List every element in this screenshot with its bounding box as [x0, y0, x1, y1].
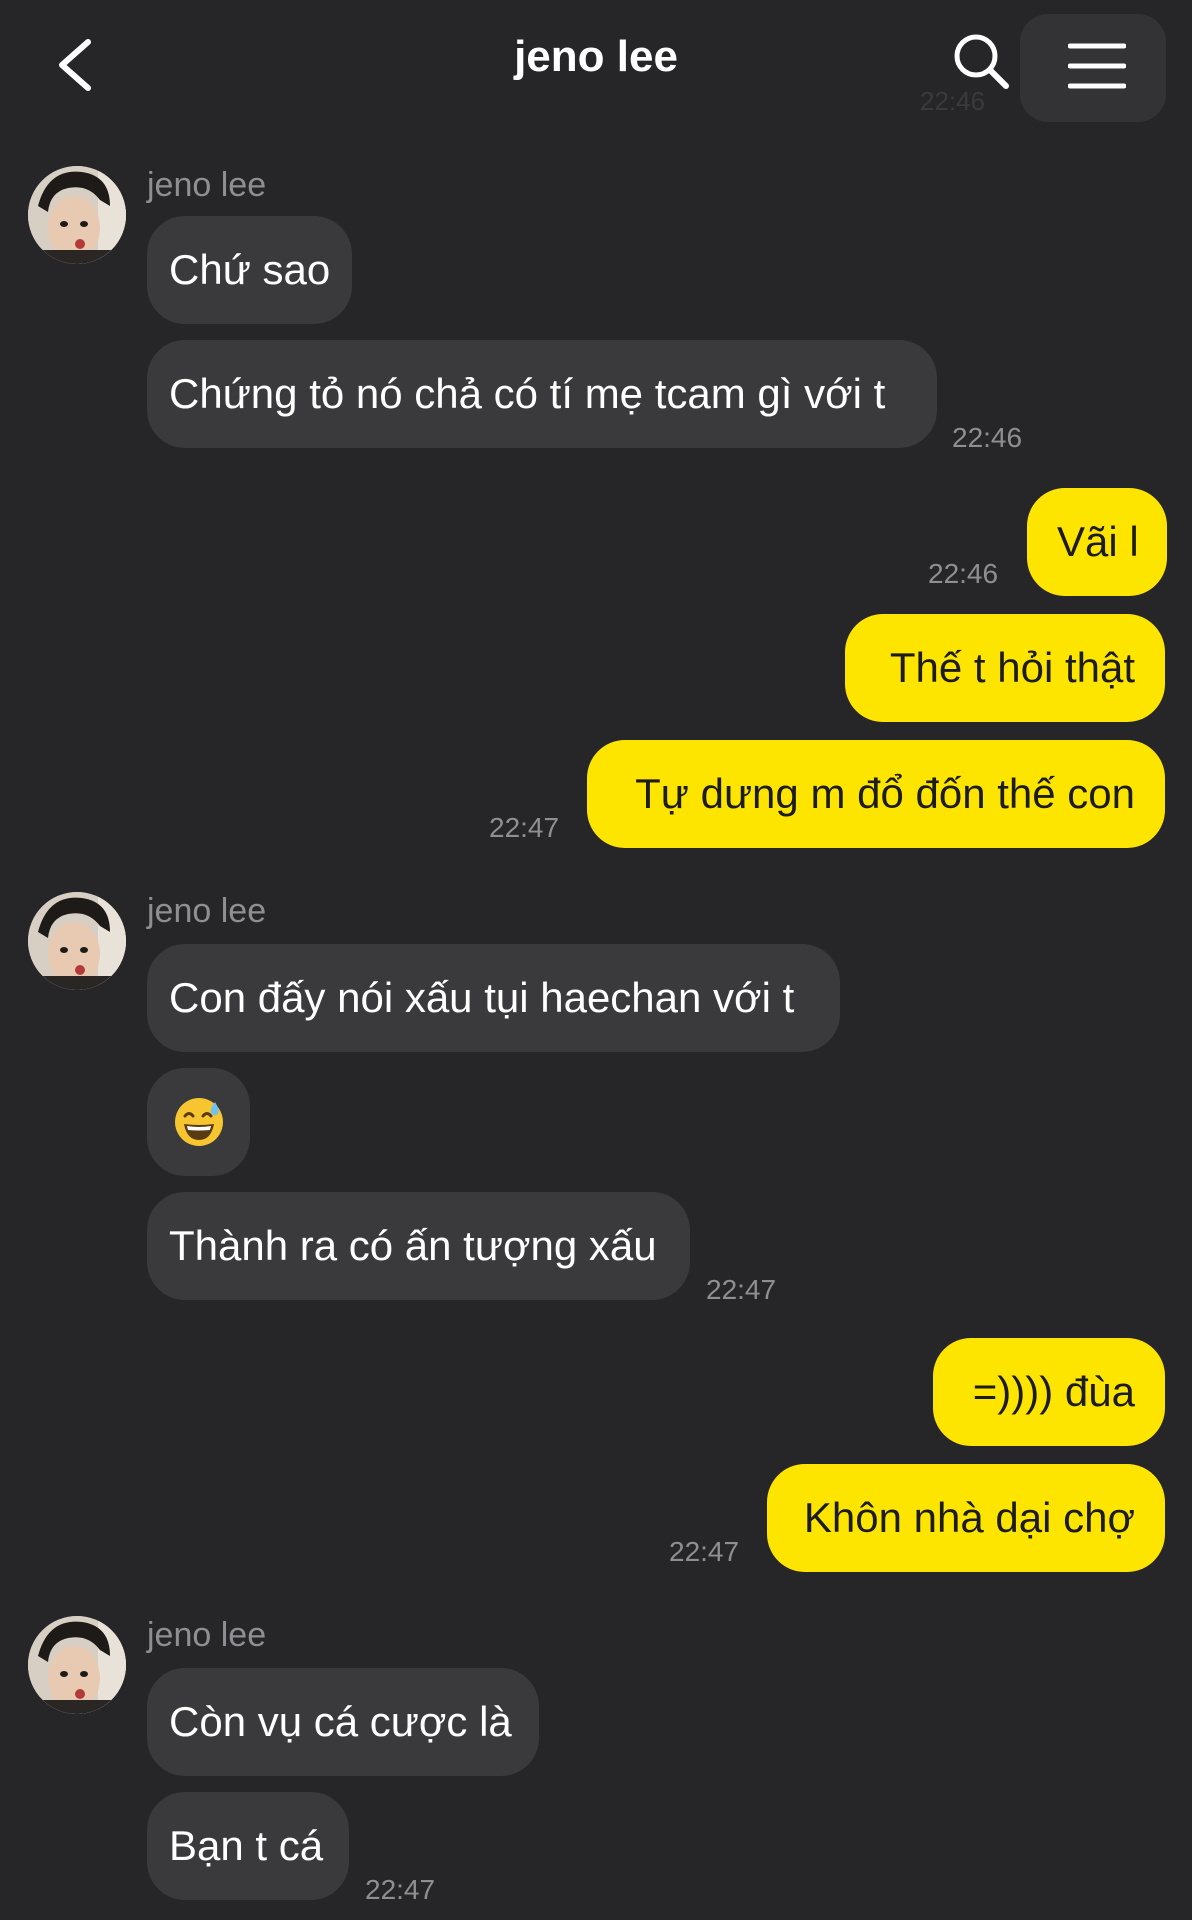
- message-timestamp: 22:46: [952, 422, 1023, 453]
- avatar[interactable]: [28, 1616, 126, 1714]
- menu-button-background: [1020, 14, 1166, 122]
- message-timestamp: 22:47: [365, 1874, 436, 1905]
- outgoing-message-bubble[interactable]: Tự dưng m đổ đốn thế con: [587, 740, 1165, 848]
- sweat-smile-emoji-icon: [174, 1098, 223, 1146]
- search-icon: [954, 34, 1009, 89]
- avatar-photo: [28, 166, 126, 264]
- sender-name: jeno lee: [147, 1616, 267, 1654]
- message-timestamp: 22:47: [489, 812, 560, 843]
- menu-button[interactable]: [1067, 40, 1127, 92]
- message-timestamp: 22:46: [928, 558, 999, 589]
- incoming-message-bubble[interactable]: Chứ sao: [147, 216, 352, 324]
- avatar[interactable]: [28, 892, 126, 990]
- incoming-message-bubble[interactable]: Chứng tỏ nó chả có tí mẹ tcam gì với t: [147, 340, 937, 448]
- avatar-photo: [28, 1616, 126, 1714]
- outgoing-message-bubble[interactable]: =)))) đùa: [933, 1338, 1165, 1446]
- message-timestamp: 22:47: [669, 1536, 740, 1567]
- message-timestamp: 22:47: [706, 1274, 777, 1305]
- sender-name: jeno lee: [147, 892, 267, 930]
- ghost-timestamp: 22:46: [920, 86, 986, 116]
- incoming-message-bubble[interactable]: Con đấy nói xấu tụi haechan với t: [147, 944, 840, 1052]
- chat-header: jeno lee 22:46: [0, 0, 1192, 130]
- sender-name: jeno lee: [147, 166, 267, 204]
- avatar[interactable]: [28, 166, 126, 264]
- outgoing-message-bubble[interactable]: Vãi l: [1027, 488, 1167, 596]
- hamburger-menu-icon: [1067, 43, 1127, 89]
- outgoing-message-bubble[interactable]: Thế t hỏi thật: [845, 614, 1165, 722]
- emoji-message-bubble[interactable]: [147, 1068, 250, 1176]
- incoming-message-bubble[interactable]: Thành ra có ấn tượng xấu: [147, 1192, 690, 1300]
- avatar-photo: [28, 892, 126, 990]
- incoming-message-bubble[interactable]: Bạn t cá: [147, 1792, 349, 1900]
- incoming-message-bubble[interactable]: Còn vụ cá cược là: [147, 1668, 539, 1776]
- search-button[interactable]: [950, 30, 1014, 94]
- outgoing-message-bubble[interactable]: Khôn nhà dại chợ: [767, 1464, 1165, 1572]
